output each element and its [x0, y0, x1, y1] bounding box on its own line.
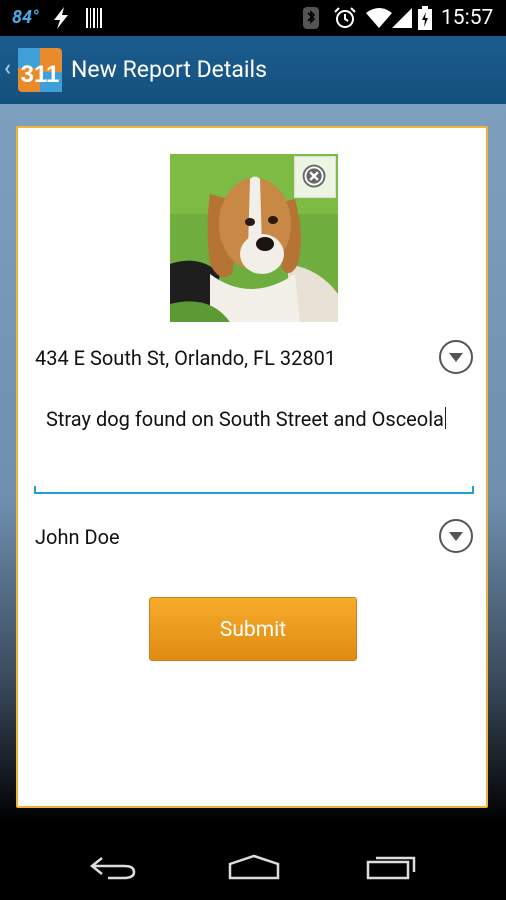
action-bar: ‹ 311 New Report Details — [0, 36, 506, 104]
app-logo-text: 311 — [21, 61, 60, 88]
text-cursor — [444, 407, 446, 429]
up-navigation-icon[interactable]: ‹ — [4, 56, 11, 81]
home-icon[interactable] — [226, 854, 282, 880]
remove-photo-button[interactable] — [294, 156, 336, 198]
app-logo[interactable]: 311 — [16, 44, 64, 96]
alarm-icon — [334, 7, 356, 28]
recent-apps-icon[interactable] — [366, 852, 420, 880]
address-dropdown-icon[interactable] — [439, 340, 473, 374]
address-field[interactable]: 434 E South St, Orlando, FL 32801 — [35, 346, 336, 370]
temperature-indicator: 84° — [12, 7, 39, 28]
reporter-name-field[interactable]: John Doe — [35, 525, 120, 549]
battery-icon — [418, 6, 432, 30]
wifi-icon — [366, 8, 392, 28]
close-circle-icon — [302, 164, 326, 188]
description-text: Stray dog found on South Street and Osce… — [46, 407, 444, 431]
clock-time: 15:57 — [441, 6, 494, 30]
back-icon[interactable] — [88, 854, 140, 880]
lightning-icon — [54, 7, 68, 29]
submit-button[interactable]: Submit — [149, 597, 357, 661]
name-dropdown-icon[interactable] — [439, 519, 473, 553]
bluetooth-icon — [303, 7, 319, 29]
status-bar: 84° 15:57 — [0, 0, 506, 36]
description-underline — [34, 486, 474, 494]
page-title: New Report Details — [71, 56, 267, 83]
navigation-bar — [0, 824, 506, 900]
barcode-icon — [86, 8, 102, 28]
signal-icon — [392, 8, 412, 28]
description-input[interactable]: Stray dog found on South Street and Osce… — [46, 405, 446, 433]
